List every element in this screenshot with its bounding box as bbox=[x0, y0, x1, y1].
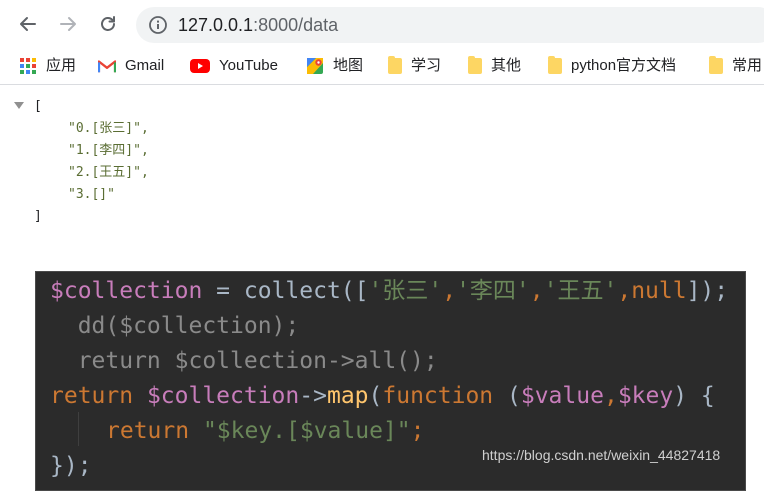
folder-icon bbox=[548, 56, 562, 74]
code-token: null bbox=[631, 278, 687, 304]
code-token: function bbox=[382, 383, 494, 409]
code-line-4: return $collection->map(function ($value… bbox=[50, 381, 715, 411]
url-text[interactable]: 127.0.0.1:8000/data bbox=[178, 13, 338, 37]
indent-guide bbox=[78, 412, 79, 446]
maps-icon bbox=[307, 58, 323, 74]
json-item: "0.[张三]", bbox=[68, 121, 149, 136]
bookmark-label: 学习 bbox=[411, 57, 442, 74]
json-item: "3.[]" bbox=[68, 187, 115, 202]
apps-grid-icon bbox=[20, 58, 36, 74]
code-token: return bbox=[50, 383, 147, 409]
bookmark-label: 地图 bbox=[333, 57, 364, 74]
bookmark-label: 其他 bbox=[491, 57, 522, 74]
forward-button[interactable] bbox=[54, 10, 82, 38]
bookmark-folder-other[interactable]: 其他 bbox=[468, 55, 521, 77]
reload-button[interactable] bbox=[94, 10, 122, 38]
json-close-bracket: ] bbox=[34, 209, 42, 224]
folder-icon bbox=[709, 56, 723, 74]
code-token: , bbox=[529, 278, 544, 304]
code-token: -> bbox=[299, 383, 327, 409]
code-token: return bbox=[106, 418, 203, 444]
code-token: ; bbox=[410, 418, 425, 444]
bookmark-label: 应用 bbox=[46, 57, 77, 74]
code-line-3: return $collection->all(); bbox=[50, 348, 438, 374]
json-item: "1.[李四]", bbox=[68, 143, 149, 158]
code-token: '李四' bbox=[456, 278, 530, 304]
code-token: ]); bbox=[686, 278, 729, 304]
code-token: , bbox=[442, 278, 457, 304]
code-token: ) { bbox=[673, 383, 715, 409]
code-token: $value bbox=[520, 383, 604, 409]
code-line-2: dd($collection); bbox=[50, 313, 300, 339]
code-token: collect([ bbox=[243, 278, 369, 304]
youtube-icon bbox=[190, 59, 210, 73]
bookmark-label: Gmail bbox=[125, 57, 165, 74]
code-token: '王五' bbox=[543, 278, 618, 304]
bookmark-folder-python-docs[interactable]: python官方文档 bbox=[548, 55, 676, 77]
bookmark-label: python官方文档 bbox=[571, 57, 677, 74]
json-open-bracket: [ bbox=[34, 99, 42, 114]
url-host: 127.0.0.1 bbox=[178, 15, 254, 35]
code-token: = bbox=[202, 278, 244, 304]
forward-arrow-icon bbox=[60, 17, 76, 31]
bookmark-youtube[interactable]: YouTube bbox=[190, 55, 278, 77]
bookmark-label: 常用 bbox=[732, 57, 763, 74]
collapse-triangle-icon[interactable] bbox=[14, 102, 24, 109]
bookmark-gmail[interactable]: Gmail bbox=[98, 55, 164, 77]
url-path: :8000/data bbox=[253, 15, 339, 35]
code-token: ( bbox=[493, 383, 521, 409]
reload-icon bbox=[101, 16, 115, 31]
bookmark-folder-common[interactable]: 常用 bbox=[709, 55, 762, 77]
code-token: $collection bbox=[50, 278, 203, 304]
bookmark-maps[interactable]: 地图 bbox=[306, 55, 363, 77]
back-arrow-icon bbox=[20, 17, 36, 31]
bookmarks-bar: 应用 Gmail YouTube 地图 学习 其他 python官方文档 常用 bbox=[0, 48, 764, 85]
back-button[interactable] bbox=[14, 10, 42, 38]
bookmark-label: YouTube bbox=[219, 57, 278, 74]
gmail-icon bbox=[98, 60, 116, 73]
code-token: '张三' bbox=[368, 278, 443, 304]
browser-toolbar: 127.0.0.1:8000/data bbox=[0, 0, 764, 48]
info-icon[interactable] bbox=[148, 15, 168, 35]
json-item: "2.[王五]", bbox=[68, 165, 149, 180]
bookmark-apps[interactable]: 应用 bbox=[19, 55, 76, 77]
code-line-6: }); bbox=[50, 453, 92, 479]
code-token: map bbox=[326, 383, 369, 409]
folder-icon bbox=[468, 56, 482, 74]
code-token: $collection bbox=[146, 383, 300, 409]
watermark-text: https://blog.csdn.net/weixin_44827418 bbox=[482, 447, 721, 463]
code-token: "$key.[$value]" bbox=[202, 418, 411, 444]
bookmark-folder-study[interactable]: 学习 bbox=[388, 55, 441, 77]
code-token: , bbox=[617, 278, 632, 304]
code-token: , bbox=[603, 383, 618, 409]
code-line-5: return "$key.[$value]"; bbox=[106, 416, 425, 446]
code-line-1: $collection = collect(['张三','李四','王五',nu… bbox=[50, 276, 728, 306]
code-token: $key bbox=[617, 383, 674, 409]
code-token: ( bbox=[368, 383, 383, 409]
address-bar[interactable]: 127.0.0.1:8000/data bbox=[136, 7, 764, 43]
folder-icon bbox=[388, 56, 402, 74]
